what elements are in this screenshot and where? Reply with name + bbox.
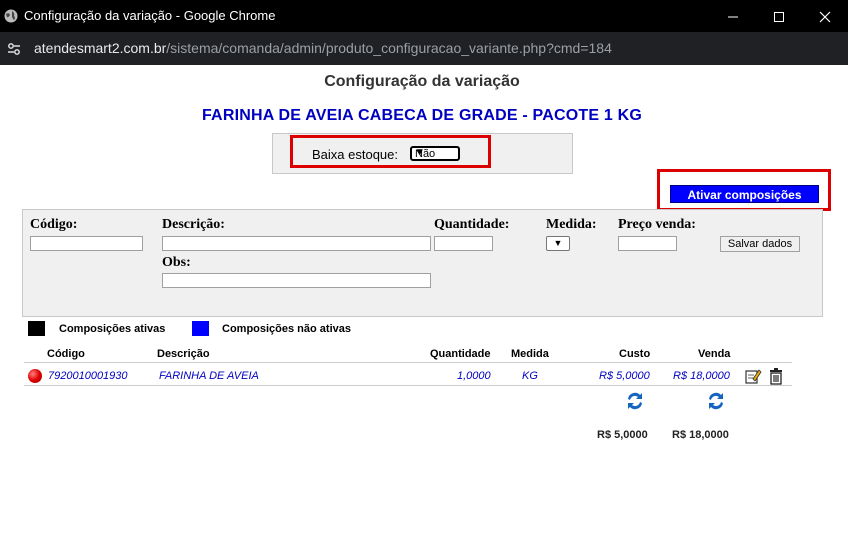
baixa-estoque-select[interactable]: Não ▼ bbox=[410, 146, 460, 161]
salvar-dados-button[interactable]: Salvar dados bbox=[720, 236, 800, 252]
active-legend-swatch bbox=[28, 321, 45, 336]
refresh-venda-icon[interactable] bbox=[705, 390, 727, 412]
minimize-icon bbox=[728, 16, 738, 18]
maximize-button[interactable] bbox=[756, 0, 802, 32]
page-content: Configuração da variação FARINHA DE AVEI… bbox=[0, 65, 848, 547]
chevron-down-icon: ▼ bbox=[553, 238, 563, 248]
total-custo: R$ 5,0000 bbox=[597, 429, 648, 441]
col-header-custo: Custo bbox=[619, 348, 651, 360]
product-name: FARINHA DE AVEIA CABECA DE GRADE - PACOT… bbox=[201, 107, 643, 124]
window-title: Configuração da variação - Google Chrome bbox=[24, 8, 276, 23]
active-legend-label: Composições ativas bbox=[59, 323, 166, 335]
preco-venda-label: Preço venda: bbox=[618, 217, 696, 232]
col-header-quantidade: Quantidade bbox=[430, 348, 491, 360]
composition-form bbox=[22, 209, 823, 317]
medida-label: Medida: bbox=[546, 217, 597, 232]
codigo-input[interactable] bbox=[30, 236, 143, 251]
close-window-button[interactable] bbox=[802, 0, 848, 32]
header-divider bbox=[24, 362, 792, 363]
descricao-input[interactable] bbox=[162, 236, 431, 251]
edit-icon[interactable] bbox=[744, 367, 762, 385]
url-path: /sistema/comanda/admin/produto_configura… bbox=[166, 40, 612, 56]
chevron-down-icon: ▼ bbox=[415, 147, 425, 158]
window-titlebar: Configuração da variação - Google Chrome bbox=[0, 0, 848, 32]
total-venda: R$ 18,0000 bbox=[672, 429, 729, 441]
quantidade-input[interactable] bbox=[434, 236, 493, 251]
inactive-legend-swatch bbox=[192, 321, 209, 336]
refresh-custo-icon[interactable] bbox=[624, 390, 646, 412]
page-title: Configuração da variação bbox=[324, 73, 520, 90]
preco-venda-input[interactable] bbox=[618, 236, 677, 251]
codigo-label: Código: bbox=[30, 217, 78, 232]
obs-input[interactable] bbox=[162, 273, 431, 288]
url-text[interactable]: atendesmart2.com.br/sistema/comanda/admi… bbox=[34, 40, 612, 56]
maximize-icon bbox=[774, 12, 784, 23]
col-header-venda: Venda bbox=[698, 348, 731, 360]
row-quantidade: 1,0000 bbox=[457, 370, 491, 382]
descricao-label: Descrição: bbox=[162, 217, 225, 232]
address-bar[interactable]: atendesmart2.com.br/sistema/comanda/admi… bbox=[0, 32, 848, 65]
row-descricao: FARINHA DE AVEIA bbox=[159, 370, 259, 382]
row-codigo: 7920010001930 bbox=[48, 370, 128, 382]
baixa-estoque-label: Baixa estoque: bbox=[312, 147, 399, 162]
ativar-composicoes-button[interactable]: Ativar composições bbox=[670, 185, 819, 203]
medida-select[interactable]: ▼ bbox=[546, 236, 570, 251]
col-header-codigo: Código bbox=[47, 348, 85, 360]
minimize-button[interactable] bbox=[710, 0, 756, 32]
col-header-descricao: Descrição bbox=[157, 348, 210, 360]
inactive-legend-label: Composições não ativas bbox=[222, 323, 351, 335]
site-settings-icon[interactable] bbox=[6, 41, 22, 57]
status-red-dot-icon bbox=[28, 369, 42, 383]
obs-label: Obs: bbox=[162, 255, 191, 270]
globe-icon bbox=[4, 9, 18, 23]
row-venda: R$ 18,0000 bbox=[673, 370, 730, 382]
row-divider bbox=[24, 385, 792, 386]
row-custo: R$ 5,0000 bbox=[599, 370, 650, 382]
trash-icon[interactable] bbox=[767, 367, 785, 385]
close-icon bbox=[819, 11, 831, 23]
url-host: atendesmart2.com.br bbox=[34, 40, 167, 56]
col-header-medida: Medida bbox=[511, 348, 549, 360]
row-medida: KG bbox=[522, 370, 538, 382]
quantidade-label: Quantidade: bbox=[434, 217, 510, 232]
